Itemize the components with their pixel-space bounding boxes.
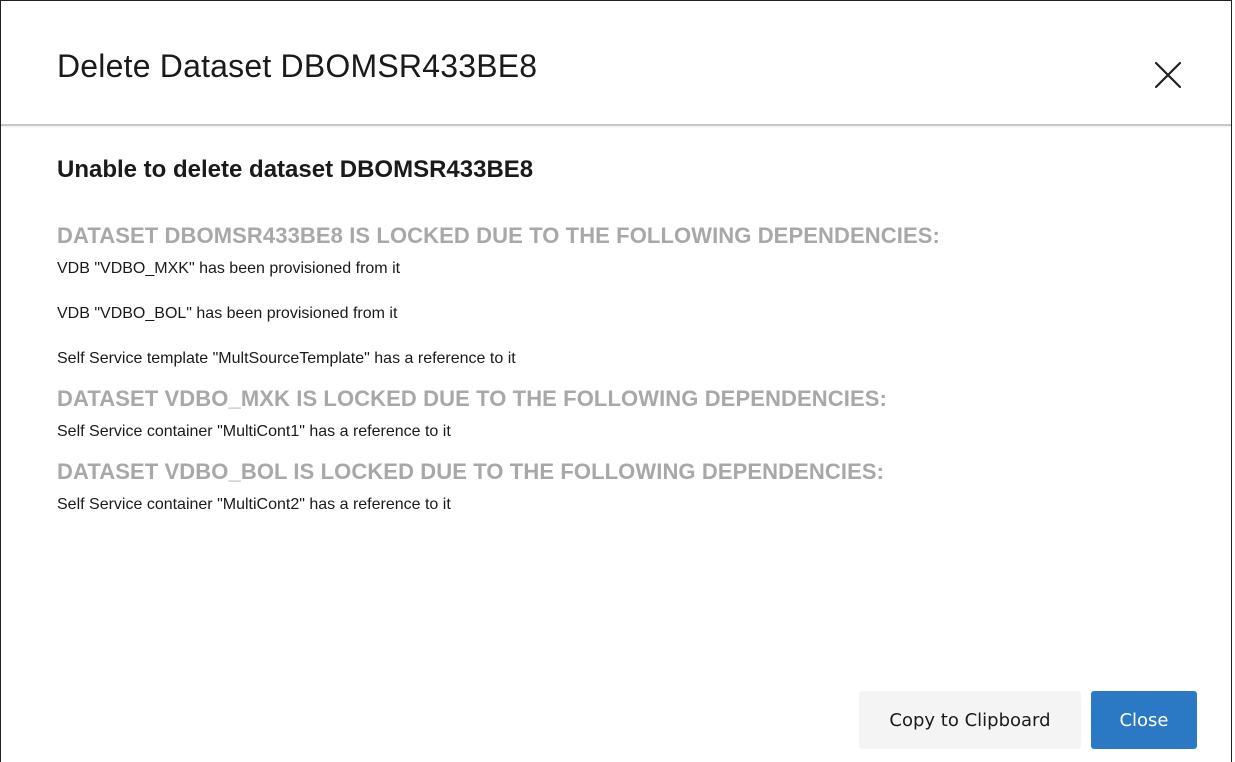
dialog-body: Unable to delete dataset DBOMSR433BE8 DA… bbox=[57, 156, 1191, 514]
dependency-section: DATASET DBOMSR433BE8 IS LOCKED DUE TO TH… bbox=[57, 223, 1191, 368]
dependency-item: Self Service container "MultiCont1" has … bbox=[57, 423, 451, 440]
dependency-item: Self Service template "MultSourceTemplat… bbox=[57, 350, 516, 367]
dependency-item: VDB "VDBO_MXK" has been provisioned from… bbox=[57, 260, 401, 277]
close-button[interactable]: Close bbox=[1091, 691, 1197, 749]
error-heading: Unable to delete dataset DBOMSR433BE8 bbox=[57, 156, 534, 183]
dialog-header: Delete Dataset DBOMSR433BE8 bbox=[1, 1, 1231, 126]
dependency-item: Self Service container "MultiCont2" has … bbox=[57, 496, 451, 513]
dependency-section: DATASET VDBO_BOL IS LOCKED DUE TO THE FO… bbox=[57, 459, 1191, 514]
dependency-item: VDB "VDBO_BOL" has been provisioned from… bbox=[57, 305, 398, 322]
dialog-title: Delete Dataset DBOMSR433BE8 bbox=[57, 48, 538, 84]
copy-to-clipboard-button[interactable]: Copy to Clipboard bbox=[859, 691, 1081, 749]
close-icon[interactable] bbox=[1150, 57, 1186, 93]
section-title: DATASET VDBO_BOL IS LOCKED DUE TO THE FO… bbox=[57, 459, 885, 484]
delete-dataset-dialog: Delete Dataset DBOMSR433BE8 Unable to de… bbox=[0, 0, 1232, 762]
dependency-section: DATASET VDBO_MXK IS LOCKED DUE TO THE FO… bbox=[57, 386, 1191, 441]
section-title: DATASET VDBO_MXK IS LOCKED DUE TO THE FO… bbox=[57, 386, 887, 411]
section-title: DATASET DBOMSR433BE8 IS LOCKED DUE TO TH… bbox=[57, 223, 940, 248]
